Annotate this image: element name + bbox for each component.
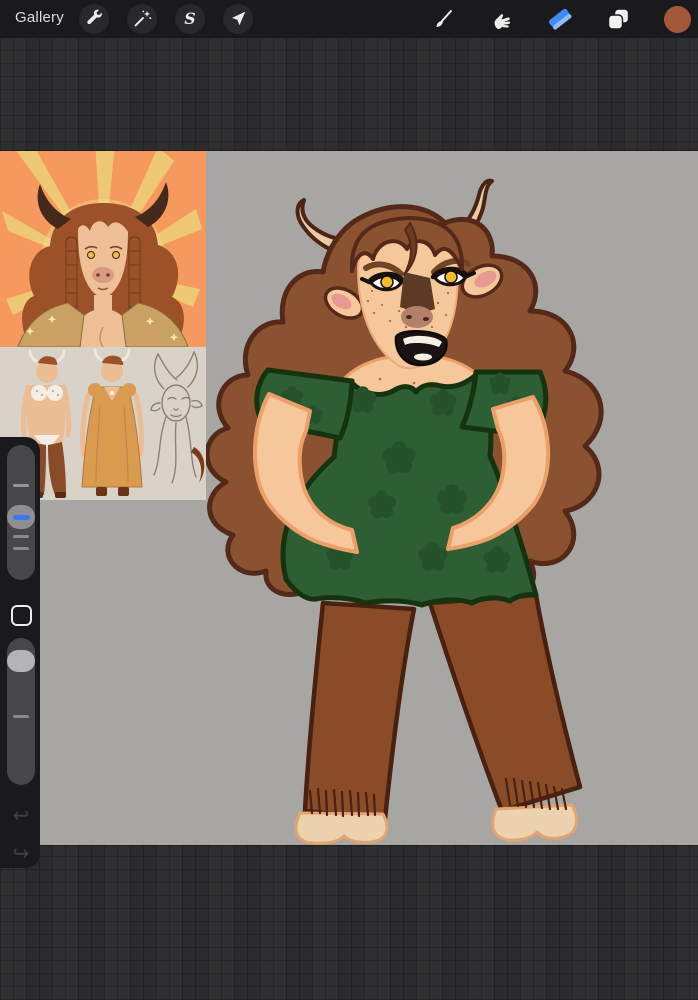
selection-icon: S (184, 9, 195, 28)
smudge-tool-button[interactable] (486, 4, 516, 34)
gallery-button[interactable]: Gallery (15, 9, 64, 26)
eraser-icon (548, 8, 572, 30)
character-nose (400, 272, 435, 328)
brush-icon (436, 10, 452, 27)
undo-icon: ↩ (12, 805, 30, 827)
layers-icon (607, 7, 629, 30)
paint-tool-button[interactable] (428, 4, 458, 34)
actions-button[interactable] (79, 4, 109, 34)
magic-wand-icon (134, 10, 152, 27)
slider-tick (13, 715, 29, 718)
undo-button[interactable]: ↩ (9, 805, 33, 829)
adjustments-button[interactable] (127, 4, 157, 34)
top-toolbar: Gallery S (0, 0, 698, 38)
modify-button[interactable] (11, 605, 32, 626)
color-swatch-button[interactable] (662, 4, 692, 34)
drawing-canvas[interactable] (0, 151, 698, 845)
slider-tick (13, 547, 29, 550)
current-color-swatch (663, 5, 691, 33)
redo-icon: ↪ (12, 843, 30, 865)
svg-text:S: S (184, 9, 195, 28)
procreate-workspace: Gallery S ↩ ↪ (0, 0, 698, 1000)
wrench-icon (87, 9, 102, 25)
brush-size-handle[interactable] (7, 505, 35, 529)
layers-button[interactable] (603, 4, 633, 34)
opacity-handle[interactable] (7, 650, 35, 672)
transform-button[interactable] (223, 4, 253, 34)
brush-size-value-bar (12, 514, 30, 520)
brush-controls-sidebar: ↩ ↪ (0, 437, 40, 868)
character-legs (294, 592, 583, 845)
transform-arrow-icon (232, 11, 246, 26)
selection-button[interactable]: S (175, 4, 205, 34)
smudge-icon (494, 14, 511, 30)
slider-tick (13, 535, 29, 538)
reference-portrait (0, 151, 206, 347)
slider-tick (13, 484, 29, 487)
erase-tool-button[interactable] (545, 4, 575, 34)
character-mouth (394, 330, 448, 367)
redo-button[interactable]: ↪ (9, 843, 33, 867)
